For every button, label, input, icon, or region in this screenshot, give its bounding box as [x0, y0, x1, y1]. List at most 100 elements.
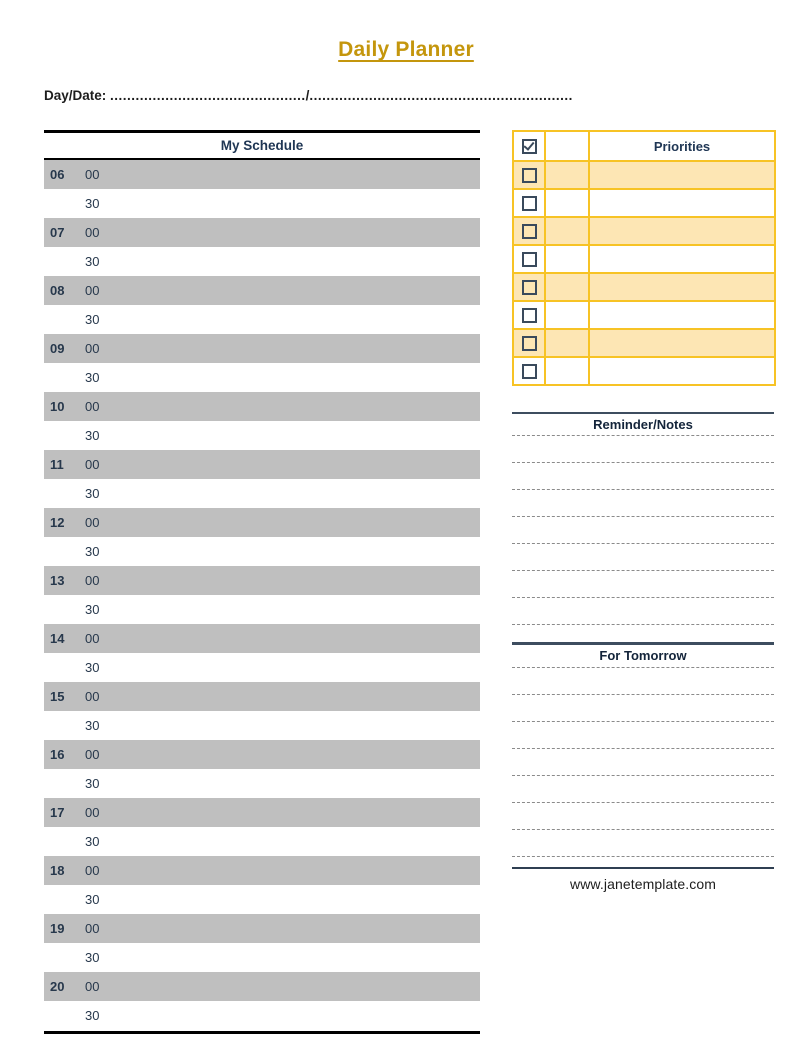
schedule-hour-label: 18 [50, 862, 65, 878]
schedule-minute-label: 30 [85, 311, 100, 327]
priority-text-cell[interactable] [588, 216, 776, 246]
schedule-row-half-30[interactable]: 30 [44, 652, 480, 682]
schedule-minute-label: 30 [85, 659, 100, 675]
writing-space [512, 544, 774, 570]
day-date-field-left[interactable]: ........................................… [110, 88, 306, 103]
priority-middle-cell[interactable] [544, 356, 590, 386]
schedule-row-19-00[interactable]: 19 00 [44, 913, 480, 943]
priority-checkbox-cell[interactable] [512, 160, 546, 190]
day-date-line: Day/Date: ..............................… [44, 88, 572, 103]
priority-text-cell[interactable] [588, 300, 776, 330]
priority-middle-cell[interactable] [544, 216, 590, 246]
writing-space [512, 776, 774, 802]
schedule-row-half-30[interactable]: 30 [44, 884, 480, 914]
for-tomorrow-line[interactable] [512, 855, 774, 857]
priority-checkbox-cell[interactable] [512, 188, 546, 218]
schedule-row-12-00[interactable]: 12 00 [44, 507, 480, 537]
schedule-row-13-00[interactable]: 13 00 [44, 565, 480, 595]
schedule-row-half-30[interactable]: 30 [44, 942, 480, 972]
priority-middle-cell[interactable] [544, 272, 590, 302]
writing-space [512, 668, 774, 694]
priority-middle-cell[interactable] [544, 244, 590, 274]
schedule-minute-label: 30 [85, 717, 100, 733]
priority-text-cell[interactable] [588, 244, 776, 274]
schedule-row-half-30[interactable]: 30 [44, 826, 480, 856]
priority-checkbox-cell[interactable] [512, 300, 546, 330]
priority-text-cell[interactable] [588, 356, 776, 386]
checkbox-empty-icon[interactable] [521, 363, 537, 379]
schedule-minute-label: 00 [85, 398, 100, 414]
schedule-minute-label: 00 [85, 282, 100, 298]
checkbox-empty-icon[interactable] [521, 223, 537, 239]
schedule-row-half-30[interactable]: 30 [44, 420, 480, 450]
priority-text-cell[interactable] [588, 160, 776, 190]
schedule-row-half-30[interactable]: 30 [44, 478, 480, 508]
schedule-row-17-00[interactable]: 17 00 [44, 797, 480, 827]
schedule-hour-label: 10 [50, 398, 65, 414]
schedule-row-18-00[interactable]: 18 00 [44, 855, 480, 885]
schedule-row-16-00[interactable]: 16 00 [44, 739, 480, 769]
schedule-row-half-30[interactable]: 30 [44, 362, 480, 392]
priority-checkbox-cell[interactable] [512, 216, 546, 246]
schedule-minute-label: 30 [85, 485, 100, 501]
schedule-minute-label: 00 [85, 630, 100, 646]
schedule-row-15-00[interactable]: 15 00 [44, 681, 480, 711]
schedule-row-half-30[interactable]: 30 [44, 188, 480, 218]
schedule-row-half-30[interactable]: 30 [44, 1000, 480, 1030]
schedule-minute-label: 00 [85, 746, 100, 762]
schedule-bottom-rule [44, 1030, 480, 1034]
writing-space [512, 830, 774, 856]
reminder-notes-section: Reminder/Notes [512, 412, 774, 626]
checkbox-checked-icon[interactable] [521, 138, 537, 154]
schedule-minute-label: 00 [85, 340, 100, 356]
schedule-row-half-30[interactable]: 30 [44, 594, 480, 624]
schedule-row-07-00[interactable]: 07 00 [44, 217, 480, 247]
schedule-minute-label: 30 [85, 775, 100, 791]
schedule-row-half-30[interactable]: 30 [44, 768, 480, 798]
schedule-row-08-00[interactable]: 08 00 [44, 275, 480, 305]
checkbox-empty-icon[interactable] [521, 195, 537, 211]
schedule-row-09-00[interactable]: 09 00 [44, 333, 480, 363]
schedule-row-half-30[interactable]: 30 [44, 536, 480, 566]
checkbox-empty-icon[interactable] [521, 251, 537, 267]
priority-middle-cell[interactable] [544, 188, 590, 218]
schedule-hour-label: 15 [50, 688, 65, 704]
priority-text-cell[interactable] [588, 272, 776, 302]
priorities-header-checkbox-cell[interactable] [512, 130, 546, 162]
schedule-row-11-00[interactable]: 11 00 [44, 449, 480, 479]
schedule-minute-label: 00 [85, 804, 100, 820]
priority-checkbox-cell[interactable] [512, 272, 546, 302]
schedule-row-20-00[interactable]: 20 00 [44, 971, 480, 1001]
priorities-row [512, 244, 776, 274]
writing-space [512, 749, 774, 775]
priority-middle-cell[interactable] [544, 160, 590, 190]
day-date-field-right[interactable]: ........................................… [309, 88, 573, 103]
schedule-row-10-00[interactable]: 10 00 [44, 391, 480, 421]
reminder-notes-line[interactable] [512, 624, 774, 626]
schedule-row-half-30[interactable]: 30 [44, 304, 480, 334]
priorities-row [512, 216, 776, 246]
writing-space [512, 436, 774, 462]
schedule-row-06-00[interactable]: 06 00 [44, 159, 480, 189]
priority-text-cell[interactable] [588, 328, 776, 358]
priority-middle-cell[interactable] [544, 300, 590, 330]
schedule-row-half-30[interactable]: 30 [44, 710, 480, 740]
checkbox-empty-icon[interactable] [521, 335, 537, 351]
schedule-minute-label: 00 [85, 514, 100, 530]
priority-checkbox-cell[interactable] [512, 328, 546, 358]
page-title-container: Daily Planner [0, 38, 812, 62]
priority-middle-cell[interactable] [544, 328, 590, 358]
schedule-row-14-00[interactable]: 14 00 [44, 623, 480, 653]
checkbox-empty-icon[interactable] [521, 167, 537, 183]
priority-checkbox-cell[interactable] [512, 244, 546, 274]
priority-checkbox-cell[interactable] [512, 356, 546, 386]
schedule-row-half-30[interactable]: 30 [44, 246, 480, 276]
schedule-minute-label: 00 [85, 166, 100, 182]
writing-space [512, 695, 774, 721]
schedule-hour-label: 09 [50, 340, 65, 356]
checkbox-empty-icon[interactable] [521, 279, 537, 295]
schedule-minute-label: 30 [85, 601, 100, 617]
checkbox-empty-icon[interactable] [521, 307, 537, 323]
priority-text-cell[interactable] [588, 188, 776, 218]
writing-space [512, 571, 774, 597]
